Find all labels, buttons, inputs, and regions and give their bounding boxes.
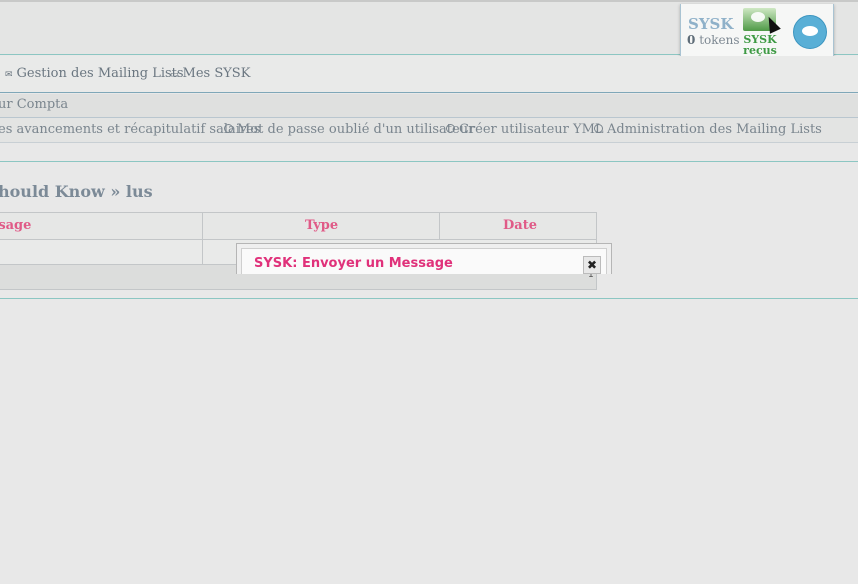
chat-icon[interactable] bbox=[793, 15, 827, 49]
breadcrumb: hould Know » lus bbox=[0, 182, 153, 201]
column-header-message[interactable]: ssage bbox=[0, 218, 31, 233]
sysk-received-label[interactable]: SYSK reçus bbox=[739, 34, 781, 56]
sysk-panel: SYSK 0 tokens SYSK reçus bbox=[680, 4, 834, 61]
circle-icon bbox=[224, 124, 233, 133]
dialog-title: SYSK: Envoyer un Message bbox=[254, 256, 453, 271]
send-message-dialog: SYSK: Envoyer un Message ✖ bbox=[236, 243, 612, 274]
top-header: SYSK 0 tokens SYSK reçus bbox=[0, 0, 858, 61]
submenu-compta: ur Compta bbox=[0, 94, 858, 118]
circle-icon bbox=[594, 124, 603, 133]
column-divider bbox=[202, 212, 203, 264]
sysk-title[interactable]: SYSK bbox=[688, 15, 733, 33]
menu-item-mailing-lists[interactable]: ✉ Gestion des Mailing Lists bbox=[5, 66, 184, 81]
submenu-item-password[interactable]: Mot de passe oublié d'un utilisateur bbox=[224, 122, 474, 137]
content-bottom-border bbox=[0, 298, 858, 299]
close-icon[interactable]: ✖ bbox=[583, 256, 601, 274]
separator bbox=[0, 161, 858, 162]
column-divider bbox=[439, 212, 440, 240]
dialog-titlebar[interactable]: SYSK: Envoyer un Message ✖ bbox=[241, 248, 607, 274]
submenu-admin: es avancements et récapitulatif salaires… bbox=[0, 118, 858, 143]
table-header-row: ssage Type Date bbox=[0, 212, 597, 240]
envelope-icon: ✉ bbox=[5, 70, 13, 80]
submenu-item-create-user[interactable]: Créer utilisateur YML bbox=[446, 122, 604, 137]
column-header-date[interactable]: Date bbox=[503, 218, 537, 233]
menu-item-mes-sysk[interactable]: ▭ Mes SYSK bbox=[170, 66, 250, 81]
main-menu: ✉ Gestion des Mailing Lists ▭ Mes SYSK bbox=[0, 56, 858, 93]
submenu-item-compta[interactable]: ur Compta bbox=[0, 97, 68, 112]
column-header-type[interactable]: Type bbox=[305, 218, 338, 233]
tokens-label: tokens bbox=[699, 33, 740, 47]
inbox-icon: ▭ bbox=[170, 70, 179, 80]
circle-icon bbox=[446, 124, 455, 133]
submenu-item-admin-mailing[interactable]: Administration des Mailing Lists bbox=[594, 122, 822, 137]
submenu-item-salaires[interactable]: es avancements et récapitulatif salaires bbox=[0, 122, 260, 137]
tokens-count: 0 bbox=[687, 33, 696, 47]
sysk-tokens: 0 tokens bbox=[687, 33, 740, 47]
